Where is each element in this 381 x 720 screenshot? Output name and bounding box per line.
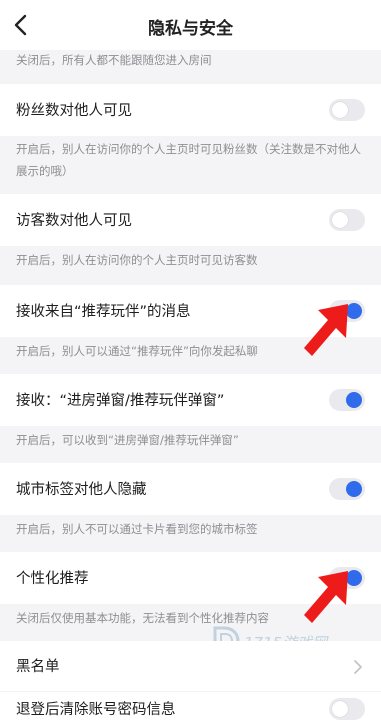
fans-visible-label: 粉丝数对他人可见 [16,103,132,119]
follow-setting-note: 关闭后，所有人都不能跟随您进入房间 [16,53,212,67]
city-tag-label: 城市标签对他人隐藏 [16,482,147,498]
popup-receive-row[interactable]: 接收：“进房弹窗/推荐玩伴弹窗” [0,374,381,426]
clear-account-label: 退登后清除账号密码信息 [16,702,176,718]
popup-receive-note: 开启后，可以收到“进房弹窗/推荐玩伴弹窗” [16,433,239,447]
red-arrow-icon [304,304,348,356]
recommend-messages-note: 开启后，别人可以通过“推荐玩伴”向你发起私聊 [16,344,258,358]
visitors-visible-row[interactable]: 访客数对他人可见 [0,194,381,246]
clear-account-toggle[interactable] [329,698,365,720]
fans-visible-toggle[interactable] [329,99,365,121]
popup-receive-label: 接收：“进房弹窗/推荐玩伴弹窗” [16,393,225,409]
visitors-visible-label: 访客数对他人可见 [16,213,132,229]
red-arrow-icon [304,571,348,623]
fans-visible-row[interactable]: 粉丝数对他人可见 [0,84,381,136]
header-bar: 隐私与安全 [0,0,381,50]
personalized-recommend-label: 个性化推荐 [16,571,89,587]
fans-visible-note: 开启后，别人在访问你的个人主页时可见粉丝数（关注数是不对他人展示的哦） [16,142,361,178]
city-tag-note: 开启后，别人不可以通过卡片看到您的城市标签 [16,522,258,536]
chevron-right-icon [354,660,362,674]
city-tag-toggle[interactable] [329,478,365,500]
blacklist-label: 黑名单 [16,659,60,675]
blacklist-row[interactable]: 黑名单 [0,641,381,691]
page-title: 隐私与安全 [148,19,233,39]
clear-account-row[interactable]: 退登后清除账号密码信息 [0,692,381,720]
visitors-visible-note: 开启后，别人在访问你的个人主页时可见访客数 [16,253,258,267]
visitors-visible-toggle[interactable] [329,209,365,231]
popup-receive-toggle[interactable] [329,389,365,411]
city-tag-row[interactable]: 城市标签对他人隐藏 [0,463,381,515]
recommend-messages-label: 接收来自“推荐玩伴”的消息 [16,304,191,320]
